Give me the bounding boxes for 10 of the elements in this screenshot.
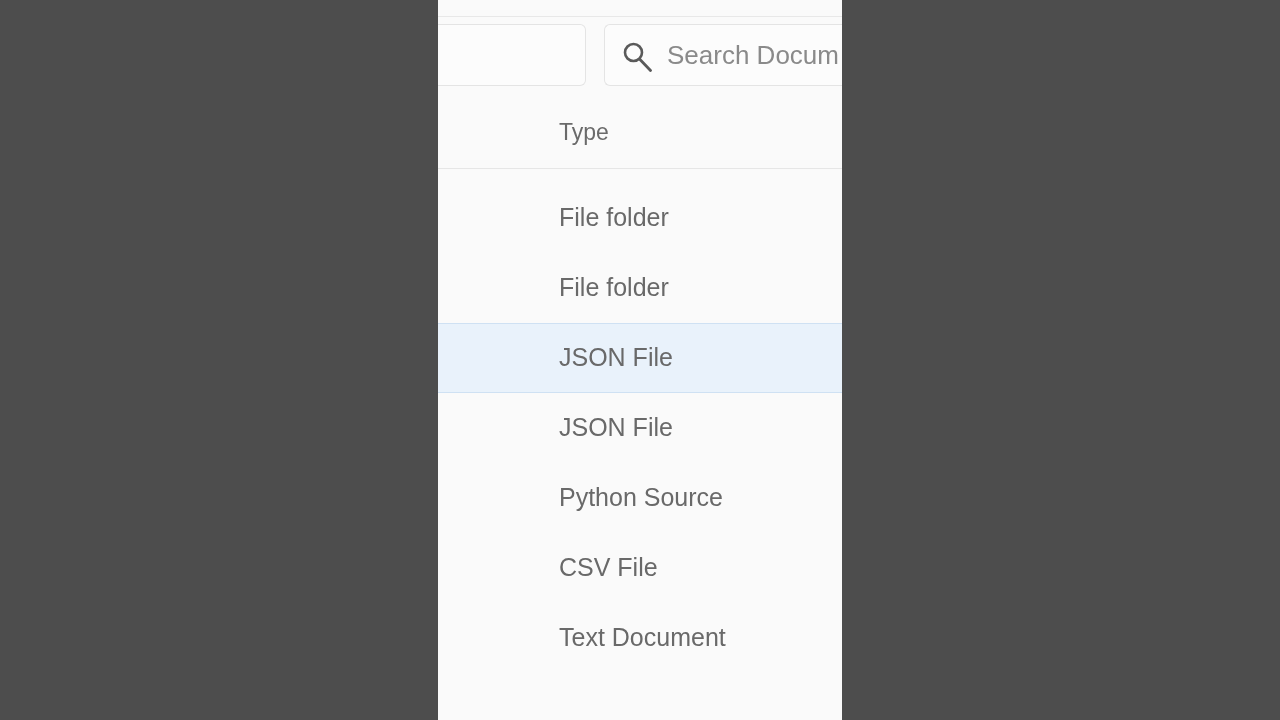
search-icon [623, 42, 652, 72]
table-row[interactable]: JSON File [438, 393, 842, 463]
table-row[interactable]: Text Document [438, 603, 842, 673]
input-field[interactable] [438, 24, 586, 86]
table-row[interactable]: File folder [438, 253, 842, 323]
table-row[interactable]: File folder [438, 183, 842, 253]
table-row[interactable]: Python Source [438, 463, 842, 533]
search-field[interactable]: Search Docum [604, 24, 842, 86]
table-row[interactable]: JSON File [438, 323, 842, 393]
table-row[interactable]: CSV File [438, 533, 842, 603]
